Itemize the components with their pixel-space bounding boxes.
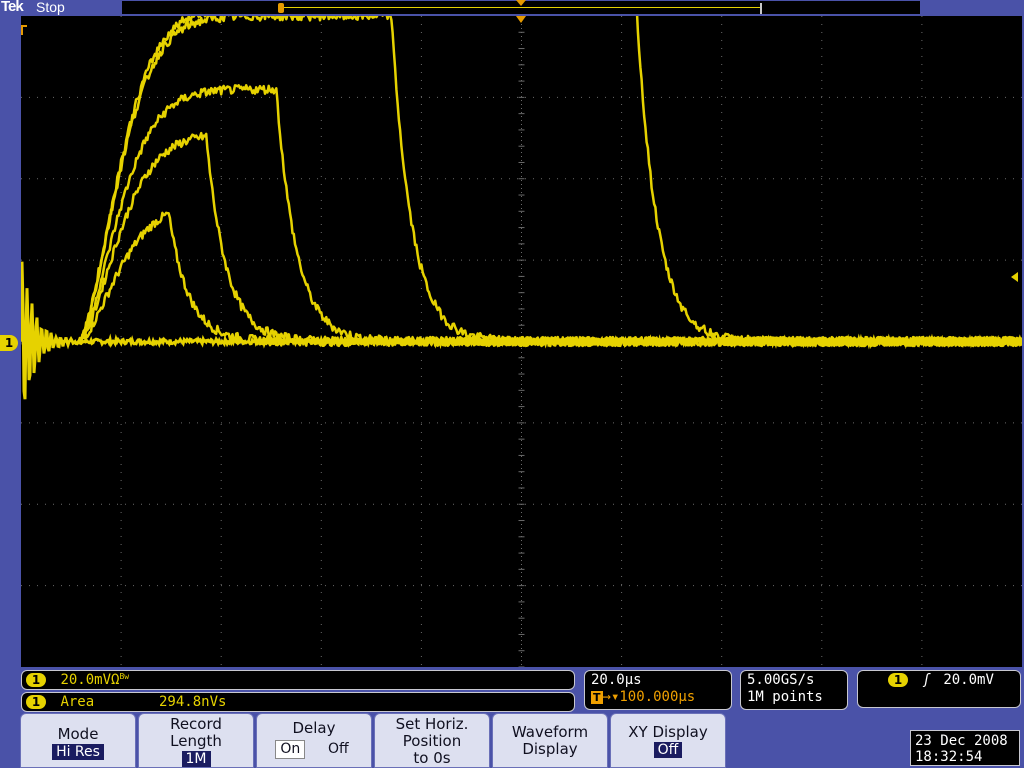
measurement-name: Area [60,694,95,710]
timebase-readout[interactable]: 20.0μs T →▾100.000μs [584,670,732,710]
date-text: 23 Dec 2008 [915,733,1008,749]
pulse-trace-2 [77,131,1022,348]
trigger-level-value: 20.0mV [943,672,994,688]
xy-display-button[interactable]: XY Display Off [610,713,726,768]
waveform-display-label-1: Waveform [511,723,589,741]
trigger-position-marker-icon [516,0,526,6]
delay-label: Delay [292,719,336,737]
record-points-value: 1M points [747,689,823,705]
arrow-right-icon: →▾ [602,689,620,705]
mode-label: Mode [57,725,99,743]
set-horiz-label-2: Position [402,732,462,750]
measurement-readout[interactable]: 1 Area 294.8nVs [21,692,575,712]
xy-display-label: XY Display [628,723,708,741]
rising-edge-icon: ʃ [922,672,931,688]
delay-button[interactable]: Delay On Off [256,713,372,768]
delay-off-option[interactable]: Off [324,741,353,758]
channel-1-badge: 1 [26,695,46,709]
record-view-window [281,7,761,8]
trigger-readout[interactable]: 1 ʃ 20.0mV [857,670,1021,708]
mode-value: Hi Res [52,744,104,760]
record-length-button[interactable]: Record Length 1M [138,713,254,768]
date-time-readout: 23 Dec 2008 18:32:54 [910,730,1020,766]
time-text: 18:32:54 [915,749,983,765]
channel-1-badge: 1 [26,673,46,687]
trigger-time-marker-icon [516,16,526,23]
record-view-left-marker [278,3,284,13]
bandwidth-limit-icon: Bw [119,672,130,681]
channel-1-ground-marker[interactable]: 1 [0,335,18,351]
set-horiz-label-3: to 0s [413,749,451,767]
trigger-position-value: 100.000μs [619,689,696,705]
record-length-label-1: Record [170,715,222,733]
pulse-trace-4 [77,16,1022,348]
delay-on-option[interactable]: On [275,740,306,759]
trigger-position-row: T →▾100.000μs [591,689,725,706]
waveform-display-button[interactable]: Waveform Display [492,713,608,768]
record-view-right-marker [760,3,762,14]
waveform-graticule[interactable] [21,16,1022,667]
ch1-scale-readout[interactable]: 1 20.0mVΩBw [21,670,575,690]
brand-logo: Tek [1,0,24,15]
mode-button[interactable]: Mode Hi Res [20,713,136,768]
acquisition-readout[interactable]: 5.00GS/s 1M points [740,670,848,710]
pulse-trace-3 [77,84,1022,348]
waveform-plot [21,16,1022,667]
record-length-value: 1M [181,751,211,767]
channel-1-badge: 1 [888,673,908,687]
expansion-point-icon [21,25,27,35]
trigger-t-icon: T [591,691,603,704]
waveform-display-label-2: Display [522,740,578,758]
horizontal-scale-value: 20.0μs [591,672,642,688]
sample-rate-value: 5.00GS/s [747,672,815,688]
xy-display-value: Off [653,742,683,758]
measurement-value: 294.8nVs [159,694,227,710]
record-length-label-2: Length [170,732,222,750]
pulse-trace-5 [77,16,1022,348]
set-horiz-position-button[interactable]: Set Horiz. Position to 0s [374,713,490,768]
ch1-scale-value: 20.0mVΩ [60,672,120,688]
trigger-level-marker-icon[interactable] [1011,272,1018,282]
baseline-trace [21,261,1022,400]
set-horiz-label-1: Set Horiz. [395,715,469,733]
run-state-label: Stop [36,0,65,15]
